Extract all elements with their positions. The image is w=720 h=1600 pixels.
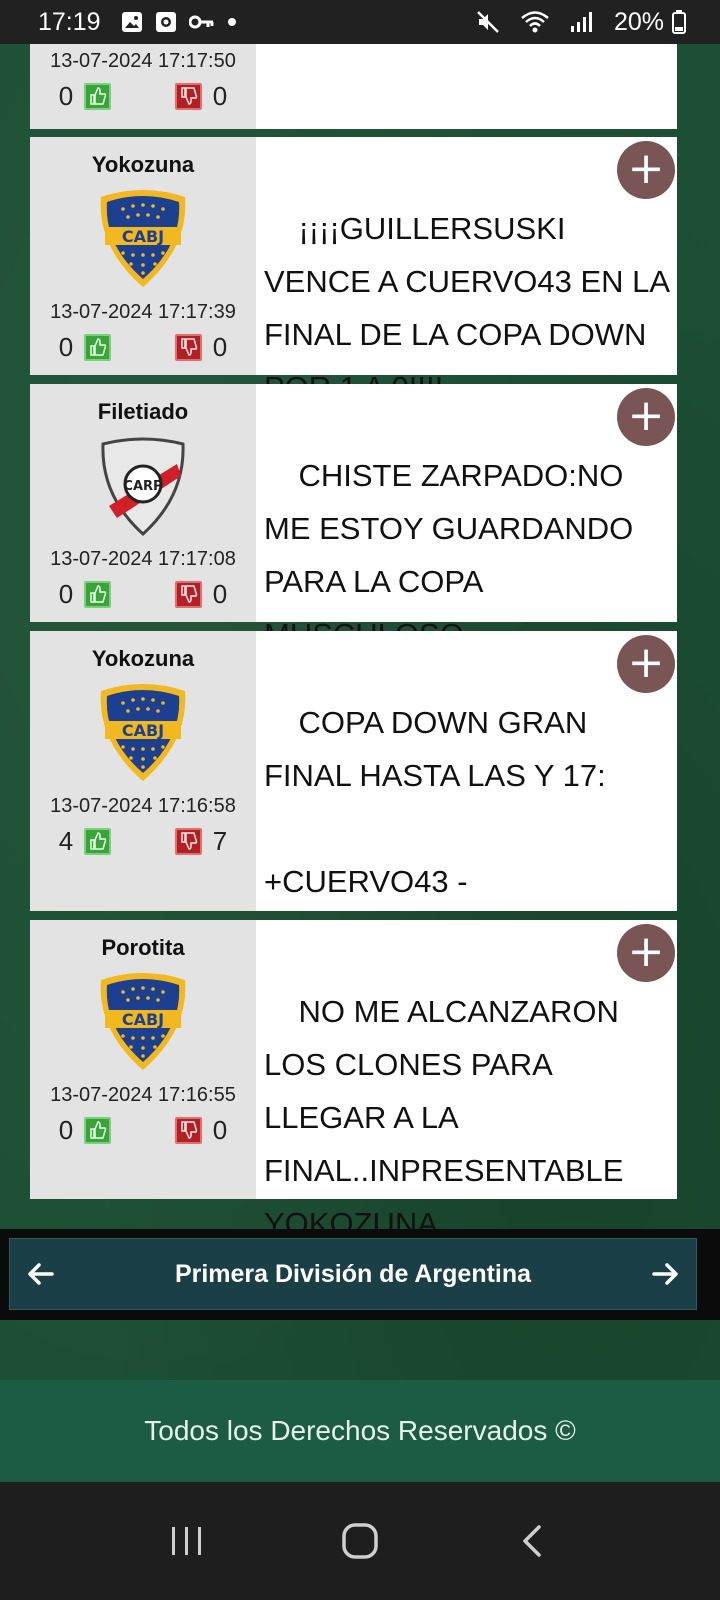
dot-icon (227, 17, 237, 27)
thumbs-up-icon[interactable] (84, 82, 111, 110)
vote-row: 4 7 (48, 823, 238, 859)
post-datetime: 13-07-2024 17:17:39 (50, 301, 236, 323)
dislike-count: 7 (212, 825, 228, 856)
like-count: 4 (58, 825, 74, 856)
thumbs-down-icon[interactable] (175, 827, 202, 855)
expand-plus-button[interactable]: + (617, 141, 675, 199)
post-datetime: 13-07-2024 17:17:08 (50, 548, 236, 570)
thumbs-up-icon[interactable] (84, 827, 111, 855)
dislike-count: 0 (212, 578, 228, 609)
svg-text:CABJ: CABJ (122, 1010, 164, 1029)
dislike-count: 0 (212, 1114, 228, 1145)
system-navigation-bar (0, 1482, 720, 1600)
dislike-count: 0 (212, 331, 228, 362)
vote-row: 0 0 (48, 329, 238, 365)
thumbs-down-icon[interactable] (175, 82, 202, 110)
dislike-count: 0 (212, 80, 228, 111)
svg-text:CABJ: CABJ (122, 721, 164, 740)
post-datetime: 13-07-2024 17:16:55 (50, 1084, 236, 1106)
post-author-panel: Yokozuna CABJ 13-07-2024 17:16:58 4 7 (30, 631, 256, 911)
post-author-panel: Porotita CABJ 13-07-2024 17:16:55 0 0 (30, 920, 256, 1199)
thumbs-down-icon[interactable] (175, 580, 202, 608)
battery-percent: 20% (613, 7, 664, 36)
arrow-left-icon[interactable] (24, 1257, 58, 1291)
copyright-text: Todos los Derechos Reservados © (144, 1415, 576, 1446)
status-bar: 17:19 20% (0, 0, 720, 44)
post-datetime: 13-07-2024 17:16:58 (50, 795, 236, 817)
cabj-crest-icon: CABJ (93, 970, 193, 1074)
post-message: COPA DOWN GRAN FINAL HASTA LAS Y 17: +CU… (256, 631, 677, 952)
recents-icon[interactable] (157, 1511, 217, 1571)
vote-row: 0 0 (48, 576, 238, 612)
post-message: CHISTE ZARPADO:NO ME ESTOY GUARDANDO PAR… (256, 384, 677, 652)
river-plate-crest-icon: CARP (93, 434, 193, 538)
status-time: 17:19 (38, 7, 101, 36)
battery-icon (672, 10, 686, 34)
post-card: Yokozuna CABJ 13-07-2024 17:16:58 4 7 CO… (30, 631, 677, 952)
thumbs-up-icon[interactable] (84, 1116, 111, 1144)
post-card: Yokozuna CABJ 13-07-2024 17:17:39 0 0 ¡¡… (30, 137, 677, 405)
like-count: 0 (58, 1114, 74, 1145)
post-author-panel: Filetiado CARP 13-07-2024 17:17:08 0 0 (30, 384, 256, 622)
expand-plus-button[interactable]: + (617, 388, 675, 446)
post-message-text: NO ME ALCANZARON LOS CLONES PARA LLEGAR … (264, 994, 632, 1241)
post-username[interactable]: Yokozuna (92, 645, 194, 673)
expand-plus-button[interactable]: + (617, 924, 675, 982)
expand-plus-button[interactable]: + (617, 635, 675, 693)
post-message-text: CHISTE ZARPADO:NO ME ESTOY GUARDANDO PAR… (264, 458, 634, 652)
post-datetime: 13-07-2024 17:17:50 (50, 50, 236, 72)
cabj-crest-icon: CABJ (93, 187, 193, 291)
post-message-text: ¡¡¡¡GUILLERSUSKI VENCE A CUERVO43 EN LA … (264, 211, 669, 405)
post-author-panel: 13-07-2024 17:17:50 0 0 (30, 44, 256, 129)
cabj-crest-icon: CABJ (93, 681, 193, 785)
post-author-panel: Yokozuna CABJ 13-07-2024 17:17:39 0 0 (30, 137, 256, 375)
thumbs-down-icon[interactable] (175, 333, 202, 361)
like-count: 0 (58, 80, 74, 111)
home-icon[interactable] (330, 1511, 390, 1571)
post-username[interactable]: Porotita (101, 934, 184, 962)
back-icon[interactable] (503, 1511, 563, 1571)
screen-record-icon (155, 11, 177, 33)
post-card: Filetiado CARP 13-07-2024 17:17:08 0 0 C… (30, 384, 677, 652)
category-nav-bar: Primera División de Argentina (9, 1238, 697, 1310)
post-message-text: COPA DOWN GRAN FINAL HASTA LAS Y 17: +CU… (264, 705, 606, 952)
svg-text:CABJ: CABJ (122, 227, 164, 246)
post-card: Porotita CABJ 13-07-2024 17:16:55 0 0 NO… (30, 920, 677, 1241)
vote-row: 0 0 (48, 78, 238, 114)
mute-icon (476, 10, 500, 34)
signal-icon (570, 11, 594, 33)
post-username[interactable]: Filetiado (98, 398, 188, 426)
wifi-icon (520, 10, 550, 34)
thumbs-down-icon[interactable] (175, 1116, 202, 1144)
like-count: 0 (58, 578, 74, 609)
post-username[interactable]: Yokozuna (92, 151, 194, 179)
footer: Todos los Derechos Reservados © (0, 1380, 720, 1482)
post-message (256, 44, 677, 129)
arrow-right-icon[interactable] (648, 1257, 682, 1291)
post-message: ¡¡¡¡GUILLERSUSKI VENCE A CUERVO43 EN LA … (256, 137, 677, 405)
like-count: 0 (58, 331, 74, 362)
category-nav-container: Primera División de Argentina (0, 1229, 720, 1320)
post-card: 13-07-2024 17:17:50 0 0 (30, 44, 677, 129)
thumbs-up-icon[interactable] (84, 333, 111, 361)
svg-text:CARP: CARP (123, 479, 162, 494)
vote-row: 0 0 (48, 1112, 238, 1148)
thumbs-up-icon[interactable] (84, 580, 111, 608)
key-icon (188, 14, 215, 30)
post-message: NO ME ALCANZARON LOS CLONES PARA LLEGAR … (256, 920, 677, 1241)
category-title-link[interactable]: Primera División de Argentina (175, 1260, 531, 1289)
image-icon (121, 11, 143, 33)
